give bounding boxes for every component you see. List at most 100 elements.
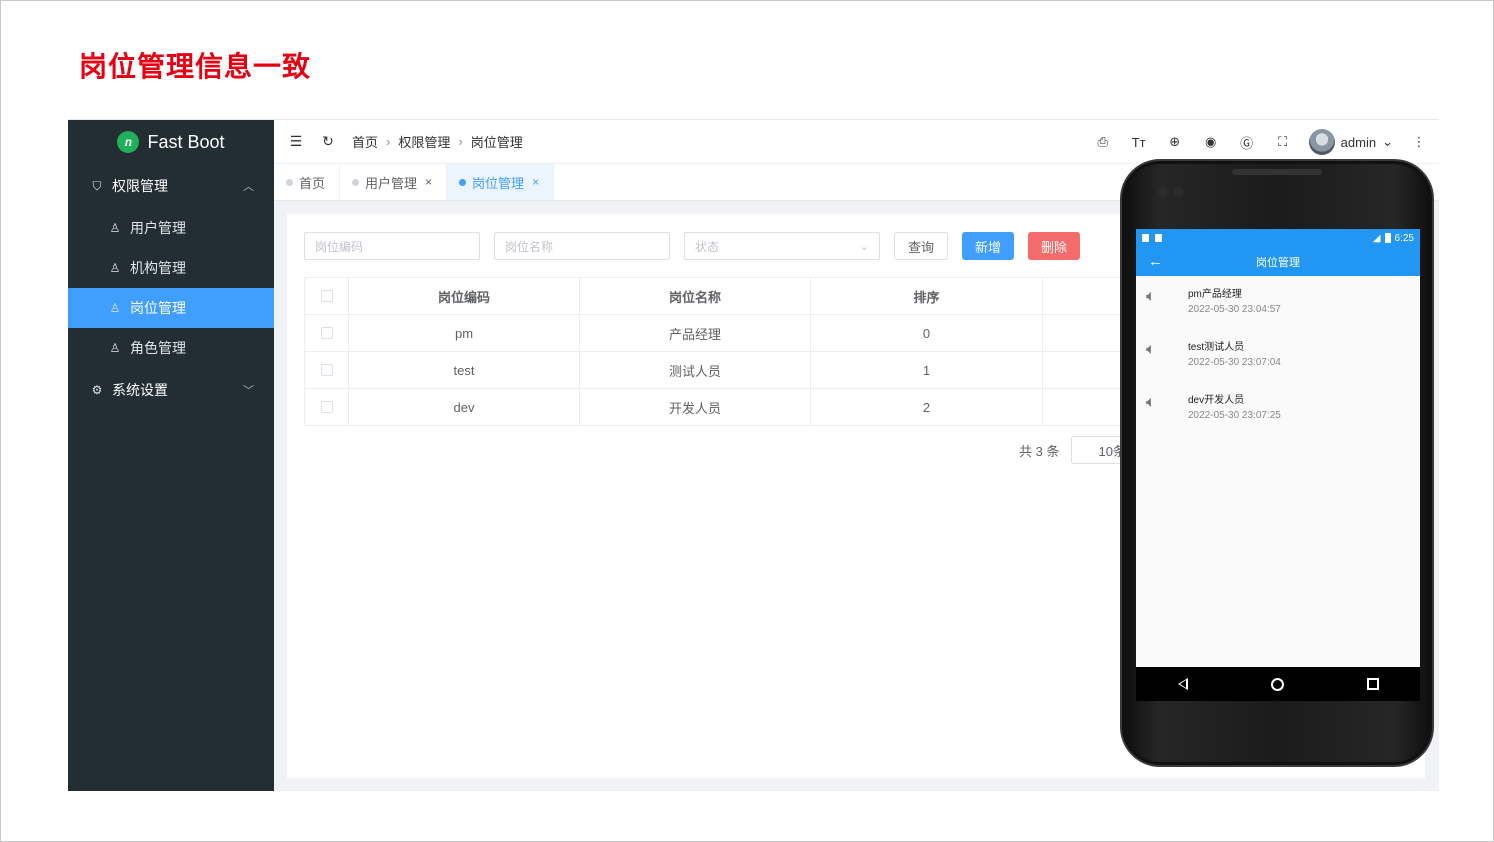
header-actions: ⎙ Tт ⊕ ◉ Ⓖ ⛶ admin ⌄ ⋮	[1093, 120, 1429, 164]
cell-name: 产品经理	[580, 315, 811, 351]
chevron-up-icon: ︿	[243, 181, 254, 193]
cell-name: 测试人员	[580, 352, 811, 388]
table-header-row: 岗位编码 岗位名称 排序	[305, 278, 1123, 315]
tab-label: 岗位管理	[472, 175, 525, 191]
cell-code: pm	[349, 315, 580, 351]
sidebar-item-roles[interactable]: ♙ 角色管理	[68, 328, 274, 368]
message-time: 2022-05-30 23:07:25	[1188, 410, 1281, 421]
list-item[interactable]: 🔈︎ test测试人员 2022-05-30 23:07:04	[1136, 329, 1420, 382]
logo-icon: n	[117, 131, 140, 153]
post-code-input[interactable]: 岗位编码	[304, 232, 480, 260]
tab-posts[interactable]: 岗位管理 ×	[447, 164, 555, 200]
breadcrumb-item[interactable]: 首页	[352, 132, 378, 151]
table-row[interactable]: dev 开发人员 2	[305, 389, 1123, 426]
tab-users[interactable]: 用户管理 ×	[340, 164, 448, 200]
row-check-cell	[305, 315, 349, 351]
toolbar-title: 岗位管理	[1256, 256, 1300, 269]
list-item[interactable]: 🔈︎ dev开发人员 2022-05-30 23:07:25	[1136, 382, 1420, 435]
refresh-icon[interactable]: ↻	[318, 133, 338, 150]
table-row[interactable]: test 测试人员 1	[305, 352, 1123, 389]
column-header: 岗位编码	[349, 278, 580, 314]
back-arrow-icon[interactable]: ←	[1148, 253, 1163, 270]
pagination-total: 共 3 条	[1019, 443, 1060, 459]
sidebar-item-orgs[interactable]: ♙ 机构管理	[68, 248, 274, 288]
menu-fold-icon[interactable]: ☰	[286, 133, 306, 150]
delete-button[interactable]: 删除	[1028, 232, 1081, 260]
phone-sensor	[1174, 187, 1184, 197]
status-placeholder: 状态	[695, 239, 720, 254]
sidebar-item-label: 岗位管理	[130, 300, 186, 316]
list-item[interactable]: 🔈︎ pm产品经理 2022-05-30 23:04:57	[1136, 276, 1420, 329]
fullscreen-icon[interactable]: ⛶	[1273, 134, 1293, 150]
message-body: dev开发人员 2022-05-30 23:07:25	[1188, 394, 1281, 423]
menu-group-permission[interactable]: ⛉ 权限管理 ︿	[68, 164, 274, 208]
table-row[interactable]: pm 产品经理 0	[305, 315, 1123, 352]
g-icon[interactable]: Ⓖ	[1237, 133, 1257, 152]
nav-recents-icon[interactable]	[1366, 678, 1379, 690]
add-button[interactable]: 新增	[962, 232, 1015, 260]
status-bar-left	[1142, 234, 1162, 242]
user-menu[interactable]: admin ⌄	[1308, 129, 1393, 155]
close-icon[interactable]: ×	[532, 175, 539, 189]
speaker-icon: 🔈︎	[1146, 288, 1156, 305]
message-body: test测试人员 2022-05-30 23:07:04	[1188, 341, 1281, 370]
status-bar: ◢ 6:25	[1136, 229, 1420, 247]
column-header-empty	[1043, 278, 1123, 314]
close-icon[interactable]: ×	[425, 175, 432, 189]
column-header: 排序	[811, 278, 1043, 314]
globe-icon[interactable]: ⊕	[1165, 134, 1185, 150]
breadcrumb-separator: ›	[458, 134, 463, 149]
menu-group-label: 系统设置	[112, 382, 168, 398]
breadcrumb-separator: ›	[386, 134, 391, 149]
tab-dot	[286, 178, 293, 186]
more-icon[interactable]: ⋮	[1409, 134, 1429, 150]
cell-sort: 0	[811, 315, 1043, 351]
sidebar-item-users[interactable]: ♙ 用户管理	[68, 208, 274, 248]
sidebar-item-posts[interactable]: ♙ 岗位管理	[68, 288, 274, 328]
speaker-icon: 🔈︎	[1146, 394, 1156, 411]
nav-back-icon[interactable]	[1177, 678, 1188, 690]
row-checkbox[interactable]	[320, 327, 333, 339]
sidebar-item-label: 用户管理	[130, 220, 186, 236]
breadcrumb-item[interactable]: 权限管理	[398, 132, 450, 151]
message-title: test测试人员	[1188, 342, 1245, 353]
status-select[interactable]: 状态 ⌄	[684, 232, 880, 260]
top-header: ☰ ↻ 首页 › 权限管理 › 岗位管理 ⎙ Tт ⊕ ◉ Ⓖ ⛶ admin …	[274, 120, 1439, 164]
github-icon[interactable]: ◉	[1201, 134, 1221, 150]
cell-code: dev	[349, 389, 580, 425]
logo[interactable]: n Fast Boot	[68, 120, 274, 164]
font-size-icon[interactable]: Tт	[1129, 135, 1149, 150]
tab-dot	[459, 178, 467, 186]
breadcrumb: 首页 › 权限管理 › 岗位管理	[352, 132, 523, 151]
row-check-cell	[305, 389, 349, 425]
post-icon: ♙	[109, 301, 121, 315]
row-check-cell	[305, 352, 349, 388]
cell-empty	[1043, 389, 1123, 425]
cell-sort: 2	[811, 389, 1043, 425]
tab-home[interactable]: 首页	[274, 164, 341, 200]
message-body: pm产品经理 2022-05-30 23:04:57	[1188, 288, 1281, 317]
row-checkbox[interactable]	[320, 401, 333, 413]
filter-bar: 岗位编码 岗位名称 状态 ⌄ 查询 新增 删除	[304, 232, 1081, 260]
tab-dot	[352, 178, 360, 186]
signal-icon: ◢	[1372, 232, 1381, 244]
phone-mockup: ◢ 6:25 ← 岗位管理 🔈︎ pm产品经理 2022-05-30 23:04…	[1120, 159, 1434, 767]
tab-label: 首页	[299, 175, 326, 191]
menu-group-label: 权限管理	[112, 178, 168, 194]
message-title: dev开发人员	[1188, 395, 1245, 406]
post-name-input[interactable]: 岗位名称	[494, 232, 670, 260]
sidebar-item-label: 机构管理	[130, 260, 186, 276]
query-button[interactable]: 查询	[894, 232, 949, 260]
cell-name: 开发人员	[580, 389, 811, 425]
cell-empty	[1043, 315, 1123, 351]
screenshot-icon[interactable]: ⎙	[1093, 134, 1113, 150]
message-time: 2022-05-30 23:04:57	[1188, 304, 1281, 315]
menu-group-system[interactable]: ⚙ 系统设置 ﹀	[68, 368, 274, 412]
nav-home-icon[interactable]	[1270, 677, 1284, 691]
tab-label: 用户管理	[365, 175, 418, 191]
row-checkbox[interactable]	[320, 364, 333, 376]
select-all-checkbox[interactable]	[320, 290, 333, 302]
post-table: 岗位编码 岗位名称 排序 pm 产品经理 0 test 测试人员 1 dev 开…	[304, 277, 1124, 426]
cell-sort: 1	[811, 352, 1043, 388]
breadcrumb-item: 岗位管理	[470, 135, 523, 150]
